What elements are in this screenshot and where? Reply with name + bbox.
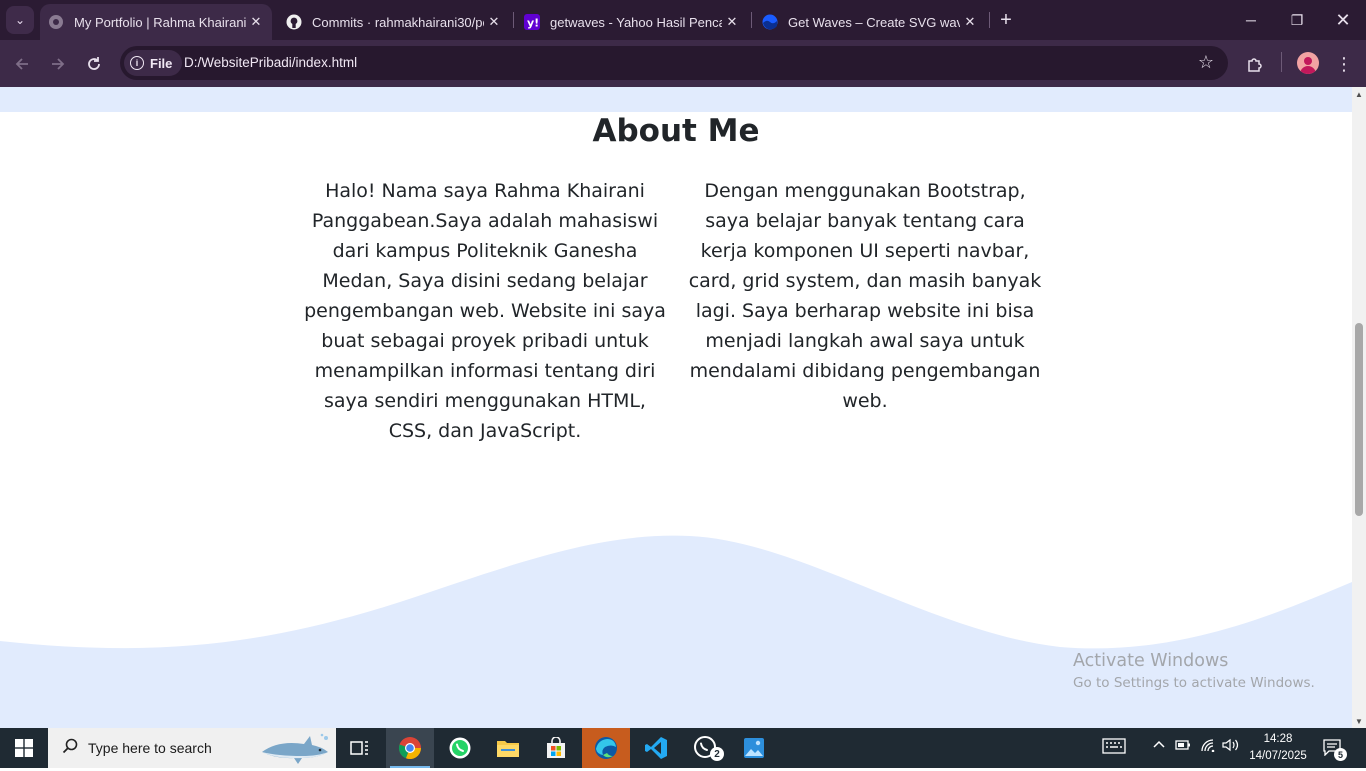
tab-separator [513,12,514,28]
tab-separator [751,12,752,28]
browser-toolbar: i File D:/WebsitePribadi/index.html ☆ ⋮ [0,40,1366,87]
tab-github-commits[interactable]: Commits · rahmakhairani30/portfolio ✕ [278,4,510,40]
taskbar-store[interactable] [532,728,580,768]
scrollbar-thumb[interactable] [1355,323,1363,516]
about-paragraph-left: Halo! Nama saya Rahma Khairani Panggabea… [304,180,666,442]
notification-count-badge: 5 [1334,748,1347,761]
chrome-icon [398,737,422,760]
chevron-up-icon[interactable] [1152,738,1166,755]
tab-separator [989,12,990,28]
info-icon: i [130,56,144,70]
restore-icon: ❐ [1290,11,1304,28]
search-placeholder: Type here to search [88,740,212,756]
close-tab-icon[interactable]: ✕ [246,12,266,32]
scroll-down-arrow-icon[interactable]: ▼ [1352,714,1366,728]
scroll-up-arrow-icon[interactable]: ▲ [1352,87,1366,101]
volume-icon[interactable] [1222,738,1240,755]
tab-title: getwaves - Yahoo Hasil Pencarian [550,14,722,30]
arrow-left-icon [15,58,28,70]
restore-button[interactable]: ❐ [1274,0,1320,40]
whatsapp-icon [449,737,471,759]
forward-button[interactable] [44,50,72,78]
extensions-button[interactable] [1241,50,1269,78]
taskbar-whatsapp[interactable] [436,728,484,768]
touch-keyboard-icon[interactable] [1102,738,1126,757]
minimize-button[interactable]: ─ [1228,0,1274,40]
about-paragraph-right: Dengan menggunakan Bootstrap, saya belaj… [688,180,1042,412]
reload-icon [88,57,100,70]
tab-title: My Portfolio | Rahma Khairani [74,14,246,30]
puzzle-icon [1248,58,1262,72]
back-button[interactable] [8,50,36,78]
notification-center-button[interactable]: 5 [1322,738,1347,761]
site-info-chip[interactable]: i File [124,50,183,76]
task-view-button[interactable] [336,728,384,768]
edge-icon [595,737,617,759]
vscode-icon [645,737,667,759]
close-tab-icon[interactable]: ✕ [960,12,980,32]
more-vert-icon: ⋮ [1335,53,1353,74]
bookmark-star-icon[interactable]: ☆ [1198,52,1214,73]
battery-icon[interactable] [1175,738,1191,755]
section-top-band [0,87,1352,112]
taskbar-chrome[interactable] [386,728,434,768]
watermark-subtitle: Go to Settings to activate Windows. [1073,675,1315,691]
clock-date: 14/07/2025 [1249,750,1307,762]
github-icon [286,14,302,30]
system-clock[interactable]: 14:28 14/07/2025 [1247,731,1309,765]
tab-getwaves[interactable]: Get Waves – Create SVG waves ✕ [754,4,986,40]
windows-logo-icon [15,739,33,757]
clock-time: 14:28 [1263,733,1293,745]
start-button[interactable] [0,728,48,768]
close-tab-icon[interactable]: ✕ [484,12,504,32]
page-scrollbar[interactable]: ▲ ▼ [1352,87,1366,728]
plus-icon: + [1000,8,1012,31]
yahoo-icon: y! [524,14,540,30]
chevron-down-icon: ⌄ [14,13,26,27]
tab-title: Commits · rahmakhairani30/portfolio [312,14,484,30]
activate-windows-watermark: Activate Windows Go to Settings to activ… [1073,651,1315,691]
site-info-label: File [150,55,173,71]
profile-avatar[interactable] [1297,52,1319,74]
taskbar-vscode[interactable] [632,728,680,768]
store-icon [547,737,565,758]
tab-strip: ⌄ My Portfolio | Rahma Khairani ✕ Commit… [0,0,1366,40]
file-explorer-icon [497,741,519,757]
taskbar-file-explorer[interactable] [484,728,532,768]
photos-icon [744,738,764,758]
svg-text:y!: y! [527,17,539,30]
address-bar[interactable]: i File D:/WebsitePribadi/index.html ☆ [120,46,1228,80]
search-highlight-shark-icon [258,732,330,771]
new-tab-button[interactable]: + [994,8,1018,32]
minimize-icon: ─ [1246,12,1256,28]
tab-portfolio[interactable]: My Portfolio | Rahma Khairani ✕ [40,4,272,40]
chrome-menu-button[interactable]: ⋮ [1330,50,1358,78]
reload-button[interactable] [80,50,108,78]
getwaves-icon [762,14,778,30]
tab-yahoo-search[interactable]: y! getwaves - Yahoo Hasil Pencarian ✕ [516,4,748,40]
globe-icon [48,14,64,30]
arrow-right-icon [52,58,65,70]
page-viewport: About Me Halo! Nama saya Rahma Khairani … [0,87,1352,728]
network-icon[interactable] [1200,738,1216,755]
url-text[interactable]: D:/WebsitePribadi/index.html [184,46,357,80]
taskbar-whatsapp-business[interactable]: 2 [682,728,730,768]
taskbar-search-box[interactable]: Type here to search [48,728,336,768]
about-heading: About Me [592,113,760,149]
close-window-button[interactable]: ✕ [1320,0,1366,40]
task-view-icon [350,741,368,755]
whatsapp-unread-badge: 2 [710,747,724,761]
windows-taskbar: Type here to search 2 14:28 14/07/2025 5 [0,728,1366,768]
toolbar-separator [1281,52,1282,72]
taskbar-edge[interactable] [582,728,630,768]
close-icon: ✕ [1335,9,1351,30]
tab-search-button[interactable]: ⌄ [6,6,34,34]
close-tab-icon[interactable]: ✕ [722,12,742,32]
search-icon [62,738,78,759]
taskbar-photos[interactable] [730,728,778,768]
wave-divider [0,535,1352,728]
watermark-title: Activate Windows [1073,651,1229,671]
tab-title: Get Waves – Create SVG waves [788,14,960,30]
